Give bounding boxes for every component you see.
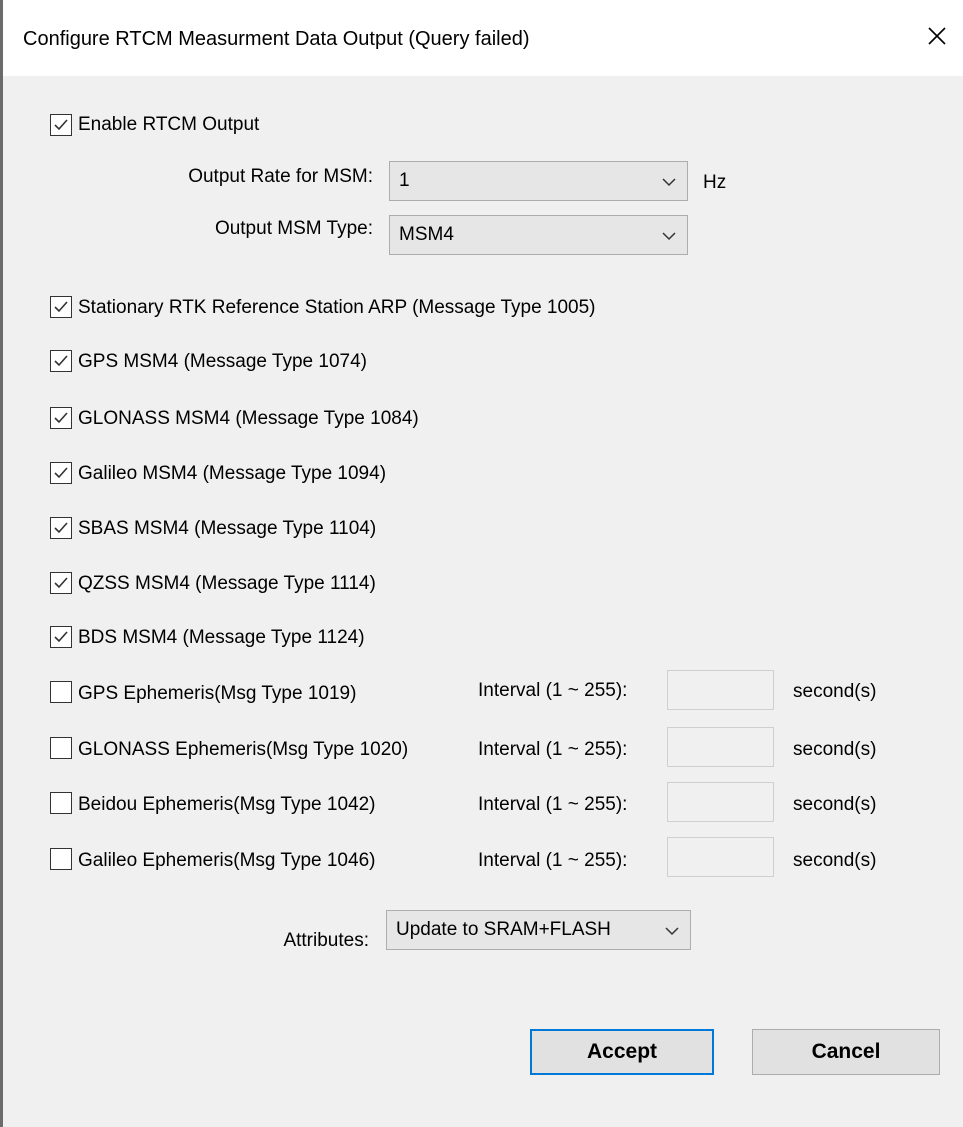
galileo-ephemeris-checkbox[interactable] [50, 848, 72, 870]
galileo-ephemeris-interval-label: Interval (1 ~ 255): [478, 850, 628, 871]
galileo-ephemeris-unit: second(s) [793, 850, 877, 871]
cancel-button[interactable]: Cancel [752, 1029, 940, 1075]
msg-1005-checkbox[interactable] [50, 296, 72, 318]
msm-type-label: Output MSM Type: [214, 218, 373, 239]
msg-1124-checkbox[interactable] [50, 626, 72, 648]
dialog-title: Configure RTCM Measurment Data Output (Q… [23, 28, 530, 50]
msg-1074-checkbox[interactable] [50, 350, 72, 372]
beidou-ephemeris-interval-input[interactable] [667, 782, 774, 822]
msg-1084-checkbox[interactable] [50, 407, 72, 429]
output-rate-unit: Hz [703, 172, 727, 193]
checkmark-icon [54, 631, 68, 643]
checkmark-icon [54, 577, 68, 589]
checkmark-icon [54, 119, 68, 131]
beidou-ephemeris-unit: second(s) [793, 794, 877, 815]
gps-ephemeris-interval-label: Interval (1 ~ 255): [478, 680, 628, 701]
msg-1094-label: Galileo MSM4 (Message Type 1094) [78, 463, 387, 484]
msg-1124-label: BDS MSM4 (Message Type 1124) [78, 627, 365, 648]
gps-ephemeris-interval-input[interactable] [667, 670, 774, 710]
msg-1114-checkbox[interactable] [50, 572, 72, 594]
output-rate-label: Output Rate for MSM: [188, 166, 373, 187]
accept-button[interactable]: Accept [530, 1029, 714, 1075]
chevron-down-icon [662, 232, 676, 241]
attributes-value: Update to SRAM+FLASH [396, 919, 611, 940]
msm-type-select[interactable]: MSM4 [389, 215, 688, 255]
checkmark-icon [54, 355, 68, 367]
gps-ephemeris-label: GPS Ephemeris(Msg Type 1019) [78, 683, 357, 704]
beidou-ephemeris-label: Beidou Ephemeris(Msg Type 1042) [78, 794, 376, 815]
checkmark-icon [54, 522, 68, 534]
enable-rtcm-output-label: Enable RTCM Output [78, 114, 260, 135]
output-rate-select[interactable]: 1 [389, 161, 688, 201]
msg-1104-checkbox[interactable] [50, 517, 72, 539]
window-edge [0, 0, 3, 1127]
close-icon [928, 27, 946, 45]
output-rate-value: 1 [399, 170, 410, 191]
msg-1104-label: SBAS MSM4 (Message Type 1104) [78, 518, 377, 539]
chevron-down-icon [662, 178, 676, 187]
galileo-ephemeris-interval-input[interactable] [667, 837, 774, 877]
attributes-select[interactable]: Update to SRAM+FLASH [386, 910, 691, 950]
msg-1084-label: GLONASS MSM4 (Message Type 1084) [78, 408, 419, 429]
glonass-ephemeris-checkbox[interactable] [50, 737, 72, 759]
gps-ephemeris-checkbox[interactable] [50, 681, 72, 703]
glonass-ephemeris-label: GLONASS Ephemeris(Msg Type 1020) [78, 739, 409, 760]
glonass-ephemeris-interval-label: Interval (1 ~ 255): [478, 739, 628, 760]
checkmark-icon [54, 412, 68, 424]
msg-1005-label: Stationary RTK Reference Station ARP (Me… [78, 297, 596, 318]
beidou-ephemeris-checkbox[interactable] [50, 792, 72, 814]
chevron-down-icon [665, 927, 679, 936]
galileo-ephemeris-label: Galileo Ephemeris(Msg Type 1046) [78, 850, 376, 871]
glonass-ephemeris-interval-input[interactable] [667, 727, 774, 767]
attributes-label: Attributes: [283, 930, 369, 951]
title-bar: Configure RTCM Measurment Data Output (Q… [3, 0, 963, 76]
beidou-ephemeris-interval-label: Interval (1 ~ 255): [478, 794, 628, 815]
msg-1114-label: QZSS MSM4 (Message Type 1114) [78, 573, 376, 594]
msg-1074-label: GPS MSM4 (Message Type 1074) [78, 351, 367, 372]
checkmark-icon [54, 467, 68, 479]
enable-rtcm-output-checkbox[interactable] [50, 114, 72, 136]
checkmark-icon [54, 301, 68, 313]
glonass-ephemeris-unit: second(s) [793, 739, 877, 760]
msg-1094-checkbox[interactable] [50, 462, 72, 484]
msm-type-value: MSM4 [399, 224, 454, 245]
close-button[interactable] [911, 14, 963, 58]
gps-ephemeris-unit: second(s) [793, 681, 877, 702]
